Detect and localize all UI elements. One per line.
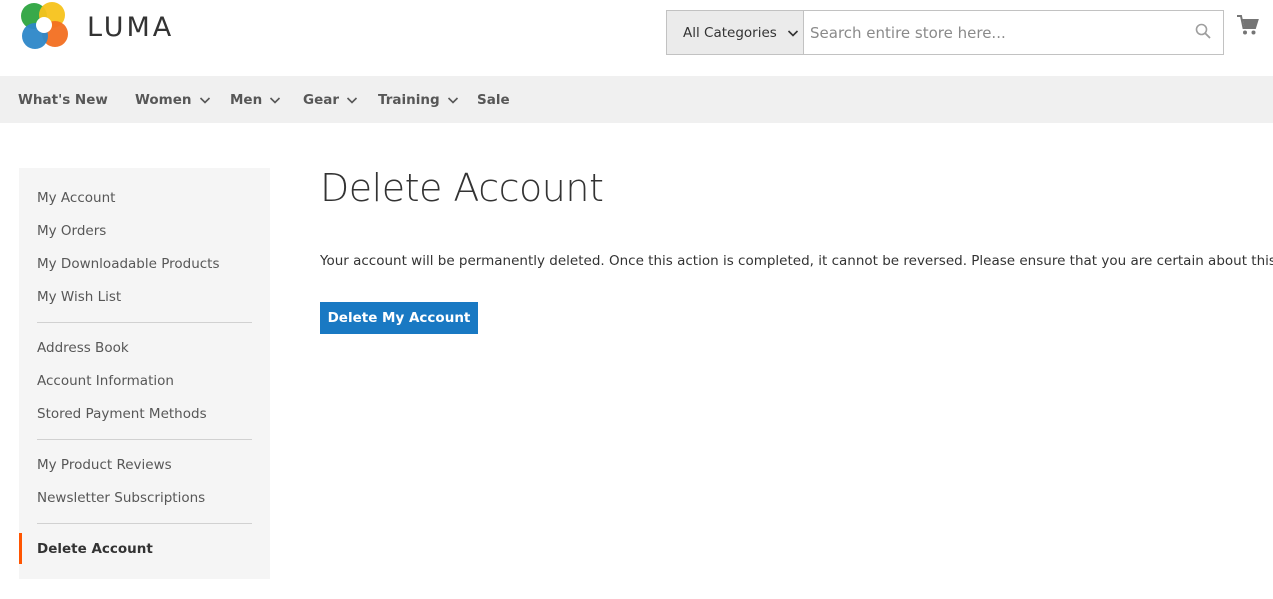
category-select-value: All Categories bbox=[683, 25, 777, 41]
main-navigation: What's New Women Men Gear Training Sale bbox=[0, 76, 1273, 123]
delete-warning-text: Your account will be permanently deleted… bbox=[320, 253, 1273, 269]
sidebar-item-stored-payment-methods[interactable]: Stored Payment Methods bbox=[37, 404, 207, 424]
site-header: LUMA All Categories bbox=[0, 0, 1273, 76]
chevron-down-icon bbox=[346, 94, 358, 106]
logo-text: LUMA bbox=[87, 12, 174, 43]
nav-item-label: Gear bbox=[303, 92, 339, 108]
luma-logo-icon bbox=[19, 1, 71, 53]
sidebar-item-my-account[interactable]: My Account bbox=[37, 188, 115, 208]
nav-item-label: Women bbox=[135, 92, 192, 108]
nav-item-whats-new[interactable]: What's New bbox=[18, 76, 108, 123]
chevron-down-icon bbox=[447, 94, 459, 106]
nav-item-men[interactable]: Men bbox=[230, 76, 281, 123]
delete-my-account-button[interactable]: Delete My Account bbox=[320, 302, 478, 334]
category-select[interactable]: All Categories bbox=[666, 10, 803, 55]
sidebar-item-downloadable-products[interactable]: My Downloadable Products bbox=[37, 254, 220, 274]
sidebar-divider bbox=[37, 523, 252, 524]
nav-item-training[interactable]: Training bbox=[378, 76, 459, 123]
sidebar-item-delete-account: Delete Account bbox=[37, 539, 153, 559]
nav-item-label: Training bbox=[378, 92, 440, 108]
sidebar-item-product-reviews[interactable]: My Product Reviews bbox=[37, 455, 172, 475]
nav-item-sale[interactable]: Sale bbox=[477, 76, 510, 123]
active-item-marker bbox=[19, 533, 22, 564]
nav-item-women[interactable]: Women bbox=[135, 76, 211, 123]
chevron-down-icon bbox=[199, 94, 211, 106]
chevron-down-icon bbox=[787, 27, 799, 39]
account-sidebar: My Account My Orders My Downloadable Pro… bbox=[19, 168, 270, 579]
sidebar-item-address-book[interactable]: Address Book bbox=[37, 338, 129, 358]
cart-icon[interactable] bbox=[1236, 13, 1260, 37]
store-logo[interactable]: LUMA bbox=[19, 1, 189, 53]
search-field bbox=[803, 10, 1224, 55]
sidebar-item-newsletter-subscriptions[interactable]: Newsletter Subscriptions bbox=[37, 488, 205, 508]
sidebar-item-account-information[interactable]: Account Information bbox=[37, 371, 174, 391]
sidebar-item-my-orders[interactable]: My Orders bbox=[37, 221, 106, 241]
chevron-down-icon bbox=[269, 94, 281, 106]
page-title: Delete Account bbox=[320, 166, 603, 210]
search-bar: All Categories bbox=[666, 10, 1224, 55]
nav-item-label: Men bbox=[230, 92, 262, 108]
nav-item-gear[interactable]: Gear bbox=[303, 76, 358, 123]
sidebar-divider bbox=[37, 439, 252, 440]
nav-item-label: What's New bbox=[18, 92, 108, 108]
search-input[interactable] bbox=[810, 24, 1180, 42]
search-icon[interactable] bbox=[1195, 23, 1211, 39]
sidebar-item-wish-list[interactable]: My Wish List bbox=[37, 287, 121, 307]
sidebar-divider bbox=[37, 322, 252, 323]
nav-item-label: Sale bbox=[477, 92, 510, 108]
